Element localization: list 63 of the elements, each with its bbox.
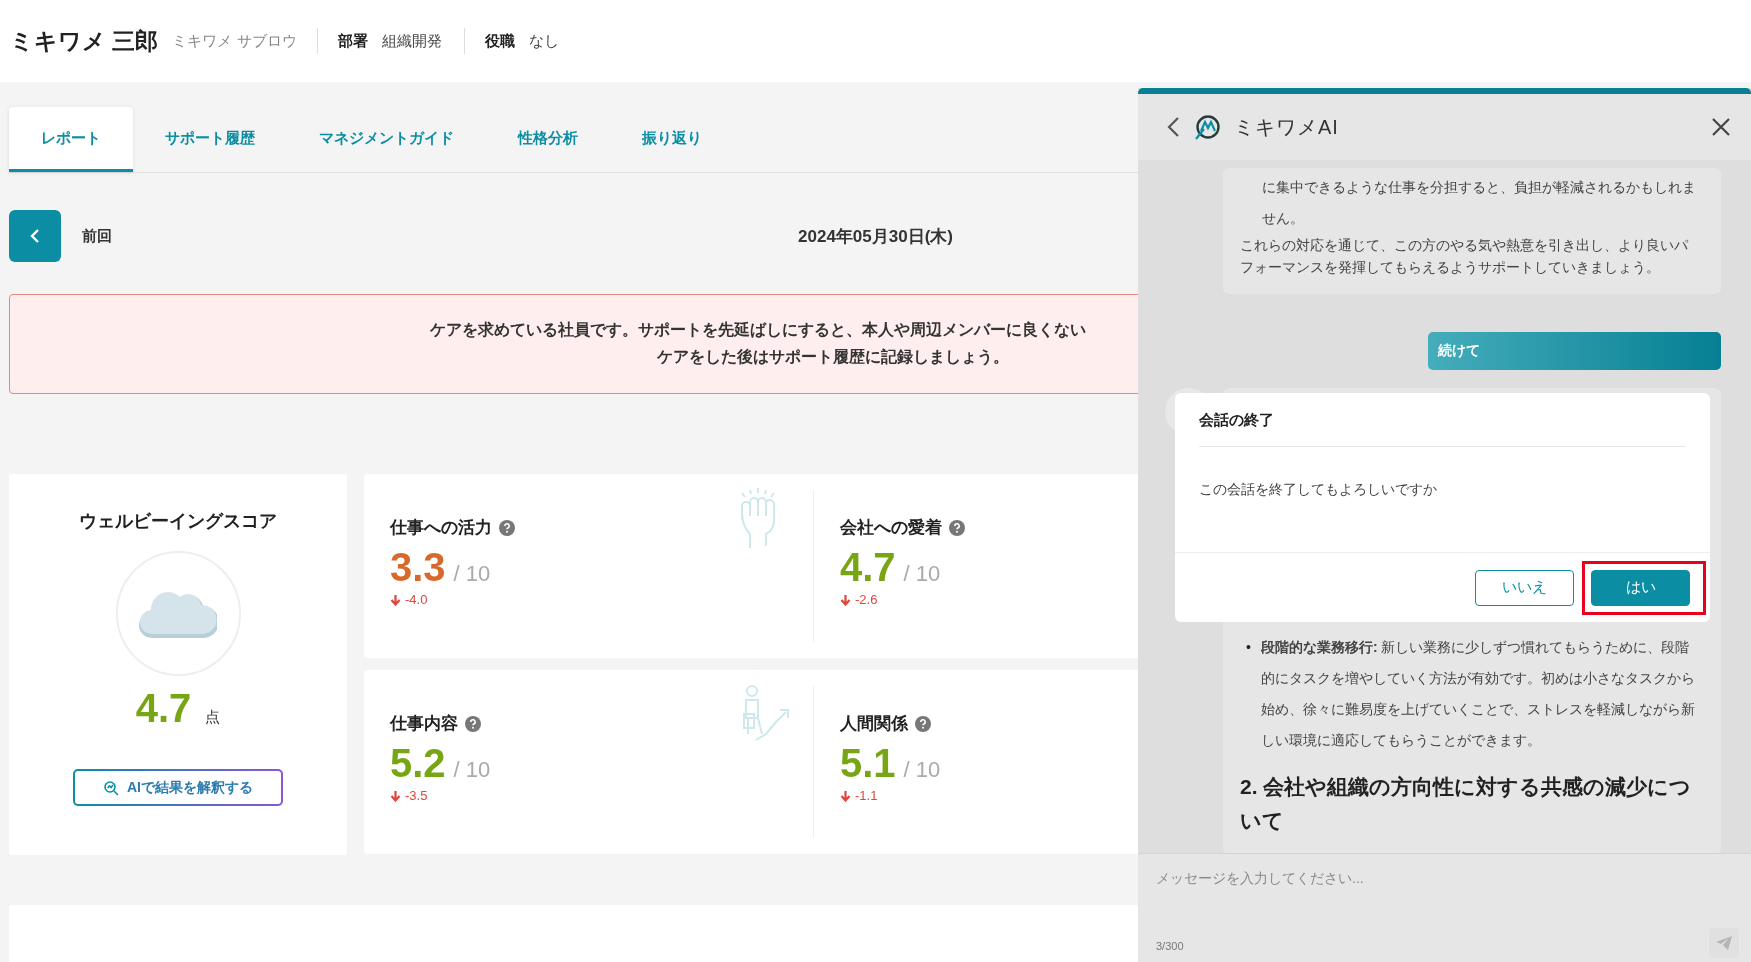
bullet-marker: • (1246, 638, 1251, 657)
tab[interactable]: マネジメントガイド (287, 107, 486, 172)
message-input[interactable]: メッセージを入力してください... (1156, 870, 1733, 886)
back-button[interactable] (9, 210, 61, 262)
wellbeing-score: 4.7 (135, 686, 192, 731)
employee-kana: ミキワメ サブロウ (172, 31, 297, 51)
alert-text: ケアを求めている社員です。サポートを先延ばしにすると、本人や周辺メンバーに良くない (430, 320, 1086, 341)
logo-icon (1194, 114, 1220, 140)
chat-title: ミキワメAI (1234, 114, 1340, 140)
metric-max: / 10 (903, 561, 941, 587)
score-change: -2.6 (855, 592, 878, 607)
score-unit: 点 (205, 708, 221, 727)
field-value: 組織開発 (381, 31, 442, 51)
score-change: -4.0 (405, 592, 428, 607)
cancel-button[interactable]: いいえ (1475, 569, 1574, 606)
down-arrow-icon (840, 593, 851, 606)
tab[interactable]: 性格分析 (486, 107, 610, 172)
field-label: 部署 (337, 31, 368, 51)
help-icon[interactable] (465, 715, 481, 732)
tab[interactable]: レポート (9, 107, 133, 172)
score-change: -3.5 (405, 788, 428, 803)
back-chevron-icon[interactable] (1166, 116, 1180, 138)
search-chart-icon (103, 779, 119, 796)
tab[interactable]: サポート履歴 (133, 107, 287, 172)
message-text: これらの対応を通じて、この方のやる気や熱意を引き出し、より良いパフォーマンスを発揮してもらえるようサポートしていきましょう。 (1240, 236, 1689, 277)
dialog-message: この会話を終了してもよろしいですか (1199, 481, 1438, 499)
ai-interpret-button[interactable]: AIで結果を解釈する (73, 769, 283, 806)
metric-max: / 10 (453, 561, 491, 587)
dialog-title: 会話の終了 (1199, 411, 1686, 447)
close-icon[interactable] (1711, 117, 1731, 137)
metric-score: 4.7 (840, 545, 896, 590)
metric-title: 会社への愛着 (840, 517, 942, 539)
confirm-button[interactable]: はい (1591, 569, 1690, 606)
metric-max: / 10 (903, 757, 941, 783)
character-counter: 3/300 (1156, 940, 1184, 952)
down-arrow-icon (840, 789, 851, 802)
field-label: 役職 (484, 31, 515, 51)
tab[interactable]: 振り返り (610, 107, 734, 172)
score-change: -1.1 (855, 788, 878, 803)
message-text: に集中できるような仕事を分担すると、負担が軽減されるかもしれません。 (1261, 178, 1697, 228)
down-arrow-icon (390, 593, 401, 606)
metric-max: / 10 (453, 757, 491, 783)
back-chevron-icon (29, 228, 41, 244)
metric-score: 3.3 (390, 545, 446, 590)
help-icon[interactable] (949, 519, 965, 536)
send-icon (1715, 935, 1733, 951)
down-arrow-icon (390, 789, 401, 802)
alert-text: ケアをした後はサポート履歴に記録しましょう。 (657, 347, 1009, 368)
metric-title: 仕事内容 (390, 713, 458, 735)
bullet-item: 段階的な業務移行: 新しい業務に少しずつ慣れてもらうために、段階的にタスクを増やしていく方法が有効です。初めは小さなタスクから始め、徐々に難易度を上げていくことで、ストレスを軽減しながら新しい環境に適応してもらうことができます。 (1260, 638, 1696, 750)
metric-score: 5.2 (390, 741, 446, 786)
previous-label: 前回 (82, 226, 112, 246)
message-heading: 2. 会社や組織の方向性に対する共感の減少について (1240, 774, 1693, 834)
metric-title: 仕事への活力 (390, 517, 492, 539)
metric-score: 5.1 (840, 741, 896, 786)
metric-title: 人間関係 (840, 713, 908, 735)
field-value: なし (528, 31, 559, 51)
help-icon[interactable] (499, 519, 515, 536)
report-date: 2024年05月30日(木) (798, 225, 953, 248)
card-title: ウェルビーイングスコア (79, 510, 277, 533)
user-message: 続けて (1428, 332, 1721, 370)
employee-name: ミキワメ 三郎 (10, 26, 159, 56)
help-icon[interactable] (915, 715, 931, 732)
